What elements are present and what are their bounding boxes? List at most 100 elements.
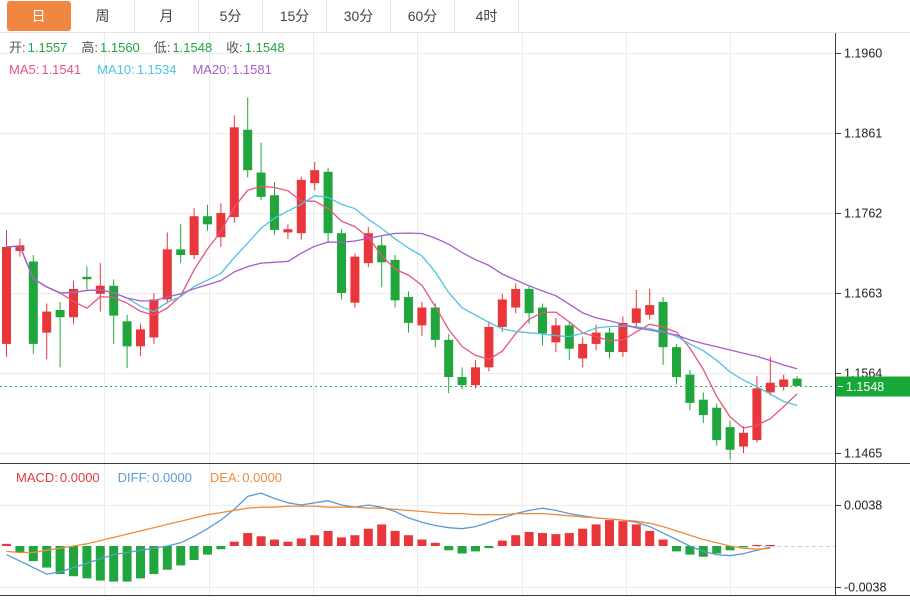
ma-ma5: MA5:1.1541 xyxy=(9,62,81,78)
macd-axis-tick-label: -0.0038 xyxy=(844,581,886,595)
candle-body xyxy=(283,229,292,232)
macd-hist-bar xyxy=(404,535,413,546)
candle-body xyxy=(739,433,748,447)
macd-hist-bar xyxy=(618,521,627,546)
ma-ma5-label: MA5: xyxy=(9,62,39,78)
candle-body xyxy=(350,257,359,303)
macd-legend: MACD:0.0000DIFF:0.0000DEA:0.0000 xyxy=(16,470,282,486)
macd-hist-bar xyxy=(109,546,118,582)
candle-body xyxy=(136,329,145,346)
macd-hist-bar xyxy=(270,540,279,546)
candle-body xyxy=(56,310,65,317)
ohlc-legend: 开:1.1557高:1.1560低:1.1548收:1.1548 xyxy=(9,40,285,56)
candle-body xyxy=(685,375,694,403)
ohlc-high-value: 1.1560 xyxy=(100,40,140,56)
ohlc-close-label: 收: xyxy=(226,40,243,56)
candle-body xyxy=(605,333,614,352)
ma-ma10-label: MA10: xyxy=(97,62,135,78)
macd-hist-bar xyxy=(712,546,721,554)
macd-hist-bar xyxy=(56,546,65,574)
candle-body xyxy=(243,130,252,170)
macd-hist-bar xyxy=(2,544,11,546)
macd-hist-bar xyxy=(766,545,775,546)
macd-hist-bar xyxy=(632,524,641,546)
candle-body xyxy=(444,340,453,377)
macd-hist-bar xyxy=(444,546,453,550)
tab-m15[interactable]: 15分 xyxy=(263,0,327,32)
macd-macd: MACD:0.0000 xyxy=(16,470,100,486)
candle-body xyxy=(578,344,587,359)
ma-ma20: MA20:1.1581 xyxy=(192,62,271,78)
candle-body xyxy=(203,216,212,224)
ma5-line xyxy=(7,186,798,428)
candle-body xyxy=(176,249,185,255)
macd-macd-value: 0.0000 xyxy=(60,470,100,486)
candle-body xyxy=(498,299,507,326)
macd-hist-bar xyxy=(538,533,547,546)
macd-hist-bar xyxy=(498,541,507,546)
tab-month[interactable]: 月 xyxy=(135,0,199,32)
current-price-badge-label: 1.1548 xyxy=(846,380,884,394)
candle-body xyxy=(324,172,333,233)
macd-hist-bar xyxy=(525,532,534,546)
macd-hist-bar xyxy=(257,536,266,546)
ohlc-open-value: 1.1557 xyxy=(28,40,68,56)
candle-body xyxy=(42,312,51,333)
macd-hist-bar xyxy=(216,546,225,549)
macd-hist-bar xyxy=(29,546,38,561)
macd-hist-bar xyxy=(645,531,654,546)
macd-hist-bar xyxy=(484,546,493,548)
macd-hist-bar xyxy=(15,546,24,552)
macd-macd-label: MACD: xyxy=(16,470,58,486)
candle-body xyxy=(149,299,158,337)
candle-body xyxy=(82,277,91,279)
candle-body xyxy=(484,327,493,367)
ma-ma10: MA10:1.1534 xyxy=(97,62,176,78)
ohlc-close: 收:1.1548 xyxy=(226,40,284,56)
macd-diff-label: DIFF: xyxy=(118,470,151,486)
macd-hist-bar xyxy=(243,533,252,546)
tab-h4[interactable]: 4时 xyxy=(455,0,519,32)
tab-m60[interactable]: 60分 xyxy=(391,0,455,32)
candle-body xyxy=(123,321,132,346)
price-axis-tick-label: 1.1663 xyxy=(844,287,882,301)
macd-hist-bar xyxy=(350,535,359,546)
tab-day[interactable]: 日 xyxy=(7,1,71,31)
macd-hist-bar xyxy=(578,529,587,546)
macd-hist-bar xyxy=(230,542,239,546)
macd-hist-bar xyxy=(458,546,467,554)
candle-body xyxy=(163,249,172,299)
price-axis-tick-label: 1.1762 xyxy=(844,207,882,221)
candle-body xyxy=(793,379,802,386)
ohlc-low-label: 低: xyxy=(154,40,171,56)
macd-axis-tick-label: 0.0038 xyxy=(844,499,882,513)
candle-body xyxy=(417,308,426,326)
tab-week[interactable]: 周 xyxy=(71,0,135,32)
candle-body xyxy=(525,289,534,313)
macd-hist-bar xyxy=(176,546,185,565)
macd-hist-bar xyxy=(417,540,426,546)
macd-hist-bar xyxy=(551,534,560,546)
candle-body xyxy=(190,216,199,255)
ohlc-open: 开:1.1557 xyxy=(9,40,67,56)
candle-body xyxy=(551,325,560,342)
candle-body xyxy=(109,286,118,316)
ma-legend: MA5:1.1541 MA10:1.1534 MA20:1.1581 xyxy=(9,62,272,78)
macd-hist-bar xyxy=(605,520,614,546)
macd-hist-bar xyxy=(391,531,400,546)
macd-hist-bar xyxy=(337,537,346,546)
candle-body xyxy=(310,170,319,183)
candlestick-macd-chart[interactable]: 1.19601.18611.17621.16631.15641.14650.00… xyxy=(0,0,910,600)
ohlc-close-value: 1.1548 xyxy=(245,40,285,56)
macd-hist-bar xyxy=(565,533,574,546)
macd-hist-bar xyxy=(672,546,681,551)
macd-hist-bar xyxy=(324,531,333,546)
candle-body xyxy=(632,308,641,323)
tab-m5[interactable]: 5分 xyxy=(199,0,263,32)
candle-body xyxy=(471,367,480,385)
tab-m30[interactable]: 30分 xyxy=(327,0,391,32)
candle-body xyxy=(659,302,668,347)
candle-body xyxy=(511,289,520,308)
candle-body xyxy=(712,408,721,440)
ohlc-low: 低:1.1548 xyxy=(154,40,212,56)
